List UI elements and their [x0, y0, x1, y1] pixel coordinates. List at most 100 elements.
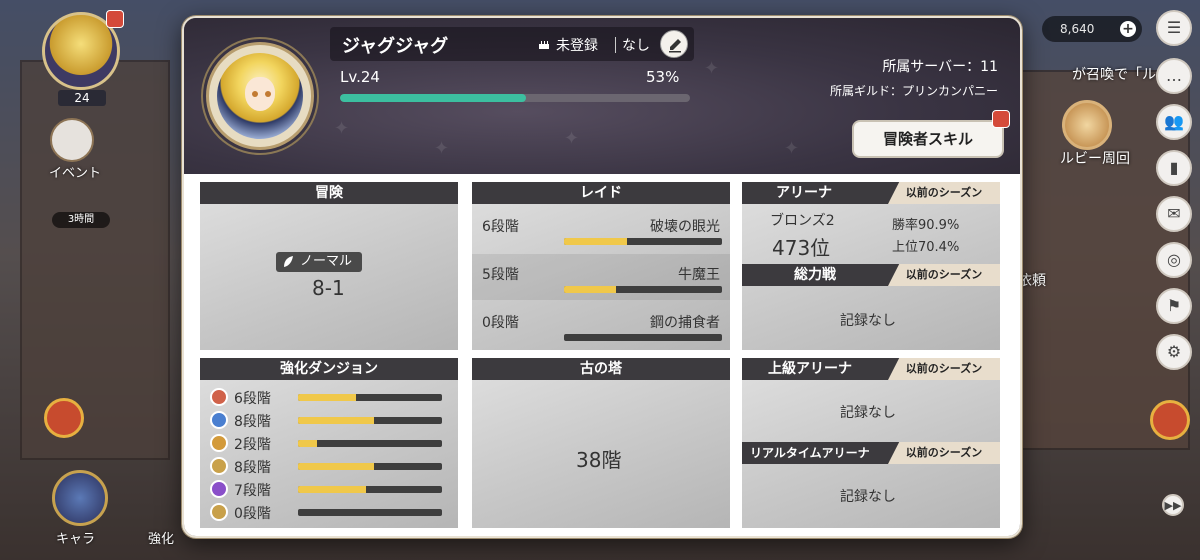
portrait-image	[217, 53, 303, 139]
leaf-icon	[284, 256, 293, 267]
dungeon-progress-bar	[298, 394, 442, 401]
arena-tier: ブロンズ2	[770, 213, 835, 229]
raid-progress-fill	[564, 286, 617, 293]
dungeon-progress-fill	[298, 486, 366, 493]
raid-row: 6段階 破壊の眼光	[472, 206, 730, 252]
ruby-run-label: ルビー周回	[1060, 151, 1130, 167]
dungeon-stage: 0段階	[234, 506, 271, 522]
difficulty-label: ノーマル	[300, 254, 353, 269]
exp-bar-fill	[340, 94, 526, 102]
avatar-notification-badge	[106, 10, 124, 28]
dungeon-row: 6段階	[210, 386, 448, 408]
total-war-record: 記録なし	[840, 313, 896, 329]
dungeon-progress-bar	[298, 463, 442, 470]
dungeon-row: 2段階	[210, 432, 448, 454]
friends-icon[interactable]: 👥	[1156, 104, 1192, 140]
tower-card[interactable]: 古の塔 38階	[472, 358, 730, 528]
raid-card[interactable]: レイド 6段階 破壊の眼光 5段階 牛魔王 0段階 鋼の捕食者	[472, 182, 730, 350]
raid-progress-bar	[564, 334, 722, 341]
guild-status-value: なし	[622, 38, 650, 54]
auto-play-icon[interactable]: ▶▶	[1162, 494, 1184, 516]
mail-icon[interactable]: ✉	[1156, 196, 1192, 232]
player-name: ジャグジャグ	[342, 36, 449, 57]
bg-star-icon: ✦	[334, 118, 350, 139]
total-war-season-tag: 以前のシーズン	[888, 264, 1000, 286]
raid-stage: 6段階	[482, 219, 519, 235]
raid-progress-fill	[564, 238, 628, 245]
dungeon-progress-fill	[298, 417, 375, 424]
right-gift-button[interactable]	[1150, 400, 1190, 440]
arena-rank: 473位	[772, 236, 831, 260]
arena-win-rate: 勝率90.9%	[892, 218, 960, 233]
chara-menu-label: キャラ	[56, 532, 96, 547]
rank-icon[interactable]: ▮	[1156, 150, 1192, 186]
event-timer: 3時間	[52, 212, 110, 228]
dungeon-stage: 2段階	[234, 437, 271, 453]
birthday-cake-icon	[539, 41, 549, 49]
left-gift-button[interactable]	[44, 398, 84, 438]
player-portrait[interactable]	[206, 42, 314, 150]
settings-gear-icon[interactable]: ⚙	[1156, 334, 1192, 370]
raid-boss: 牛魔王	[678, 267, 720, 283]
raid-progress-bar	[564, 286, 722, 293]
upper-arena-card[interactable]: 上級アリーナ 以前のシーズン 記録なし リアルタイムアリーナ 以前のシーズン 記…	[742, 358, 1000, 528]
realtime-arena-record: 記録なし	[840, 489, 896, 505]
chat-icon[interactable]: …	[1156, 58, 1192, 94]
portrait-eye	[252, 91, 258, 97]
chara-menu-icon[interactable]	[52, 470, 108, 526]
dungeon-progress-bar	[298, 486, 442, 493]
event-button[interactable]	[50, 118, 94, 162]
arena-top-percent: 上位70.4%	[892, 240, 960, 255]
dungeon-progress-fill	[298, 440, 317, 447]
adventure-card[interactable]: 冒険 ノーマル 8-1	[200, 182, 458, 350]
adventure-title: 冒険	[200, 182, 458, 204]
dungeon-progress-bar	[298, 417, 442, 424]
arena-season-tag: 以前のシーズン	[888, 182, 1000, 204]
currency-add-button[interactable]: +	[1120, 21, 1136, 37]
currency-value: 8,640	[1060, 22, 1095, 36]
edit-pencil-icon[interactable]	[660, 30, 688, 58]
dungeon-stage: 8段階	[234, 414, 271, 430]
raid-stage: 5段階	[482, 267, 519, 283]
dungeon-progress-fill	[298, 394, 356, 401]
dungeon-row: 8段階	[210, 409, 448, 431]
realtime-arena-season-tag: 以前のシーズン	[888, 442, 1000, 464]
upper-arena-record: 記録なし	[840, 405, 896, 421]
raid-progress-bar	[564, 238, 722, 245]
tower-floor: 38階	[576, 448, 622, 472]
raid-row: 0段階 鋼の捕食者	[472, 302, 730, 348]
ruby-run-icon[interactable]	[1062, 100, 1112, 150]
portrait-eye	[265, 91, 271, 97]
bg-star-icon: ✦	[704, 58, 720, 79]
name-bar: ジャグジャグ 未登録 なし	[330, 27, 694, 61]
dungeon-element-icon	[210, 388, 228, 406]
player-level-mini: 24	[58, 90, 106, 106]
shop-flag-icon[interactable]: ⚑	[1156, 288, 1192, 324]
adventurer-skill-button[interactable]: 冒険者スキル	[852, 120, 1004, 158]
arena-card[interactable]: アリーナ 以前のシーズン ブロンズ2 473位 勝率90.9% 上位70.4% …	[742, 182, 1000, 350]
dungeon-element-icon	[210, 457, 228, 475]
tower-title: 古の塔	[472, 358, 730, 380]
player-profile-panel: ✦ ✦ ✦ ✦ ✦ ジャグジャグ 未登録 なし Lv.24 53% 所属サーバー…	[182, 16, 1022, 538]
enhance-menu-label: 強化	[148, 532, 175, 547]
left-hud: 24 イベント 3時間 キャラ 強化	[0, 0, 185, 560]
gacha-icon[interactable]: ◎	[1156, 242, 1192, 278]
request-label: 依頼	[1018, 273, 1046, 289]
name-bar-divider	[615, 37, 616, 53]
raid-boss: 破壊の眼光	[650, 219, 720, 235]
bg-star-icon: ✦	[434, 138, 450, 159]
quest-list-icon[interactable]: ☰	[1156, 10, 1192, 46]
currency-display: 8,640 +	[1042, 16, 1142, 42]
exp-percent: 53%	[646, 68, 680, 86]
profile-header: ✦ ✦ ✦ ✦ ✦ ジャグジャグ 未登録 なし Lv.24 53% 所属サーバー…	[184, 18, 1020, 174]
raid-row: 5段階 牛魔王	[472, 254, 730, 300]
dungeon-stage: 6段階	[234, 391, 271, 407]
dungeon-element-icon	[210, 411, 228, 429]
dungeon-stage: 7段階	[234, 483, 271, 499]
dungeon-row: 0段階	[210, 501, 448, 523]
dungeon-card[interactable]: 強化ダンジョン 6段階 8段階 2段階 8段階 7段階 0段階	[200, 358, 458, 528]
dungeon-row: 7段階	[210, 478, 448, 500]
difficulty-pill: ノーマル	[276, 252, 363, 272]
event-label: イベント	[48, 166, 101, 181]
raid-title: レイド	[472, 182, 730, 204]
